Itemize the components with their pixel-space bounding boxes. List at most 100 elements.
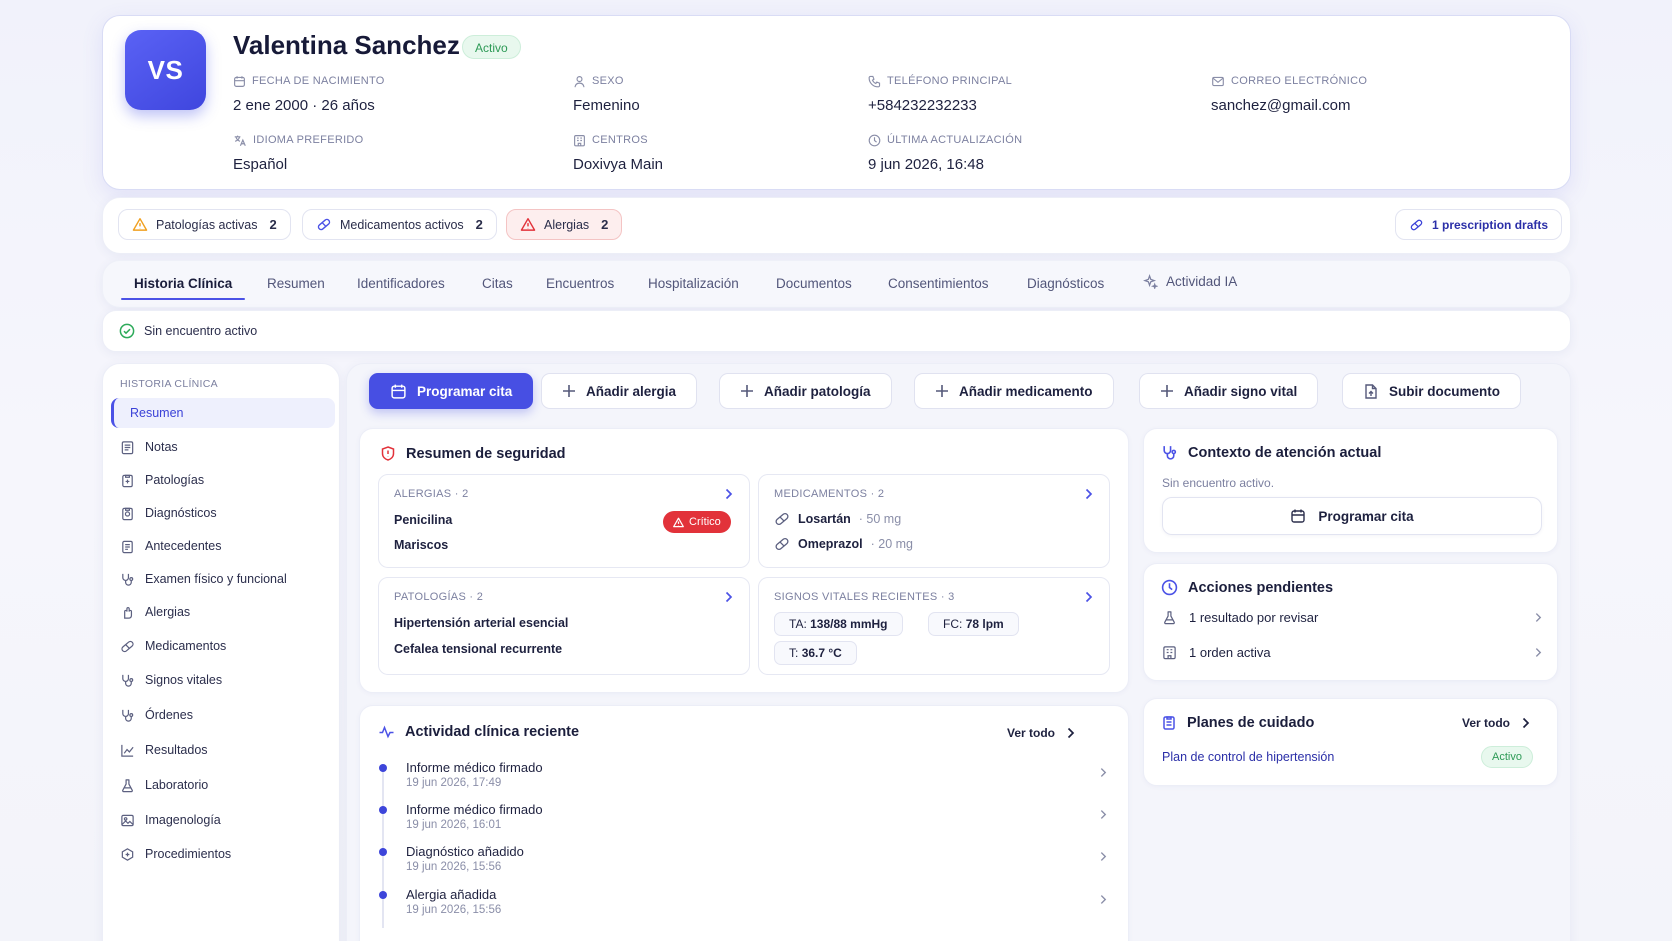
pathology-item: Hipertensión arterial esencial xyxy=(394,616,569,630)
allergies-chip[interactable]: Alergias 2 xyxy=(506,209,623,240)
sidebar-item-antecedentes[interactable]: Antecedentes xyxy=(120,535,330,557)
stethoscope-icon xyxy=(120,673,135,688)
sidebar-item-signos-vitales[interactable]: Signos vitales xyxy=(120,669,330,691)
pending-action-item[interactable]: 1 orden activa xyxy=(1162,645,1542,660)
shield-alert-icon xyxy=(380,445,396,462)
activity-item-title[interactable]: Informe médico firmado xyxy=(406,802,543,817)
timeline-dot xyxy=(379,891,387,899)
allergy-icon xyxy=(120,605,135,620)
plus-icon xyxy=(562,384,576,398)
chevron-right-icon xyxy=(1535,647,1542,658)
check-circle-icon xyxy=(119,323,135,339)
upload-document-button[interactable]: Subir documento xyxy=(1342,373,1521,409)
sidebar-item-resultados[interactable]: Resultados xyxy=(120,739,330,761)
sidebar-item-diagnosticos[interactable]: Diagnósticos xyxy=(120,502,330,524)
add-pathology-button[interactable]: Añadir patología xyxy=(719,373,892,409)
add-medication-button[interactable]: Añadir medicamento xyxy=(914,373,1114,409)
active-medications-chip[interactable]: Medicamentos activos 2 xyxy=(302,209,497,240)
activity-item-title[interactable]: Informe médico firmado xyxy=(406,760,543,775)
active-tab-indicator xyxy=(121,298,245,300)
plus-icon xyxy=(1160,384,1174,398)
chevron-right-icon[interactable] xyxy=(1100,809,1107,820)
tab-hospitalizacion[interactable]: Hospitalización xyxy=(648,276,739,291)
patient-name: Valentina Sanchez xyxy=(233,30,460,60)
status-badge: Activo xyxy=(462,35,521,59)
clipboard-icon xyxy=(1161,714,1177,731)
safety-summary-title: Resumen de seguridad xyxy=(380,445,566,462)
care-context-title: Contexto de atención actual xyxy=(1161,444,1381,461)
view-all-activity-link[interactable]: Ver todo xyxy=(1007,726,1075,740)
tab-citas[interactable]: Citas xyxy=(482,276,513,291)
patient-header: VS Valentina Sanchez Activo FECHA DE NAC… xyxy=(102,15,1571,190)
sidebar-item-resumen[interactable]: Resumen xyxy=(111,398,335,428)
sidebar-item-medicamentos[interactable]: Medicamentos xyxy=(120,635,330,657)
chevron-right-icon xyxy=(1535,612,1542,623)
field-sex: SEXO Femenino xyxy=(573,75,640,114)
chevron-right-icon[interactable] xyxy=(1100,894,1107,905)
history-icon xyxy=(120,539,135,554)
recent-activity-title: Actividad clínica reciente xyxy=(378,724,579,740)
tab-consentimientos[interactable]: Consentimientos xyxy=(888,276,989,291)
diagnosis-icon xyxy=(120,506,135,521)
main-content: Programar cita Añadir alergia Añadir pat… xyxy=(346,363,1571,941)
chevron-right-icon xyxy=(1085,488,1093,500)
tab-identificadores[interactable]: Identificadores xyxy=(357,276,445,291)
tab-resumen[interactable]: Resumen xyxy=(267,276,325,291)
sidebar-item-patologias[interactable]: Patologías xyxy=(120,469,330,491)
tab-bar: Historia Clínica Resumen Identificadores… xyxy=(102,260,1571,308)
building-icon xyxy=(573,134,586,147)
calendar-icon xyxy=(1290,508,1306,524)
chevron-right-icon xyxy=(725,488,733,500)
activity-item-date: 19 jun 2026, 15:56 xyxy=(406,904,502,916)
care-context-text: Sin encuentro activo. xyxy=(1162,476,1275,490)
sidebar-item-imagenologia[interactable]: Imagenología xyxy=(120,809,330,831)
care-plans-title: Planes de cuidado xyxy=(1161,714,1314,731)
timeline-dot xyxy=(379,764,387,772)
chevron-right-icon[interactable] xyxy=(1100,851,1107,862)
vital-signs-panel[interactable]: SIGNOS VITALES RECIENTES · 3 TA: 138/88 … xyxy=(758,577,1110,675)
chevron-right-icon[interactable] xyxy=(1100,767,1107,778)
tab-historia-clinica[interactable]: Historia Clínica xyxy=(134,276,232,291)
sidebar-item-examen-fisico[interactable]: Examen físico y funcional xyxy=(120,568,330,590)
view-all-plans-link[interactable]: Ver todo xyxy=(1462,716,1530,730)
medication-item: Omeprazol · 20 mg xyxy=(774,536,913,552)
field-last-update: ÚLTIMA ACTUALIZACIÓN 9 jun 2026, 16:48 xyxy=(868,134,1023,173)
alert-icon xyxy=(520,217,536,232)
tab-documentos[interactable]: Documentos xyxy=(776,276,852,291)
medications-panel[interactable]: MEDICAMENTOS · 2 Losartán · 50 mg Omepraz… xyxy=(758,474,1110,568)
sidebar-item-notas[interactable]: Notas xyxy=(120,436,330,458)
chevron-right-icon xyxy=(1067,727,1075,739)
plus-icon xyxy=(935,384,949,398)
sidebar-item-laboratorio[interactable]: Laboratorio xyxy=(120,774,330,796)
activity-item-title[interactable]: Alergia añadida xyxy=(406,887,496,902)
tab-encuentros[interactable]: Encuentros xyxy=(546,276,614,291)
pathologies-panel[interactable]: PATOLOGÍAS · 2 Hipertensión arterial ese… xyxy=(378,577,750,675)
activity-item-title[interactable]: Diagnóstico añadido xyxy=(406,844,524,859)
sidebar-heading: HISTORIA CLÍNICA xyxy=(120,378,218,390)
care-plan-item[interactable]: Plan de control de hipertensión xyxy=(1162,750,1334,764)
tab-diagnosticos[interactable]: Diagnósticos xyxy=(1027,276,1104,291)
active-pathologies-chip[interactable]: Patologías activas 2 xyxy=(118,209,291,240)
activity-item-date: 19 jun 2026, 15:56 xyxy=(406,861,502,873)
sidebar-item-procedimientos[interactable]: Procedimientos xyxy=(120,843,330,865)
timeline-dot xyxy=(379,848,387,856)
sidebar-item-alergias[interactable]: Alergias xyxy=(120,601,330,623)
avatar: VS xyxy=(125,30,206,110)
context-schedule-button[interactable]: Programar cita xyxy=(1162,497,1542,535)
add-vital-sign-button[interactable]: Añadir signo vital xyxy=(1139,373,1319,409)
encounter-status-text: Sin encuentro activo xyxy=(144,324,258,338)
clock-icon xyxy=(868,134,881,147)
warning-icon xyxy=(132,217,148,232)
prescription-drafts-button[interactable]: 1 prescription drafts xyxy=(1395,209,1563,240)
allergies-panel[interactable]: ALERGIAS · 2 Penicilina Crítico Mariscos xyxy=(378,474,750,568)
schedule-appointment-button[interactable]: Programar cita xyxy=(369,373,534,409)
recent-activity-card: Actividad clínica reciente Ver todo Info… xyxy=(359,705,1129,941)
calendar-icon xyxy=(390,383,407,400)
tab-actividad-ia[interactable]: Actividad IA xyxy=(1143,274,1237,289)
pending-actions-card: Acciones pendientes 1 resultado por revi… xyxy=(1143,563,1558,681)
calendar-icon xyxy=(233,75,246,88)
pending-action-item[interactable]: 1 resultado por revisar xyxy=(1162,610,1542,625)
add-allergy-button[interactable]: Añadir alergia xyxy=(541,373,698,409)
flask-icon xyxy=(120,778,135,793)
sidebar-item-ordenes[interactable]: Órdenes xyxy=(120,704,330,726)
